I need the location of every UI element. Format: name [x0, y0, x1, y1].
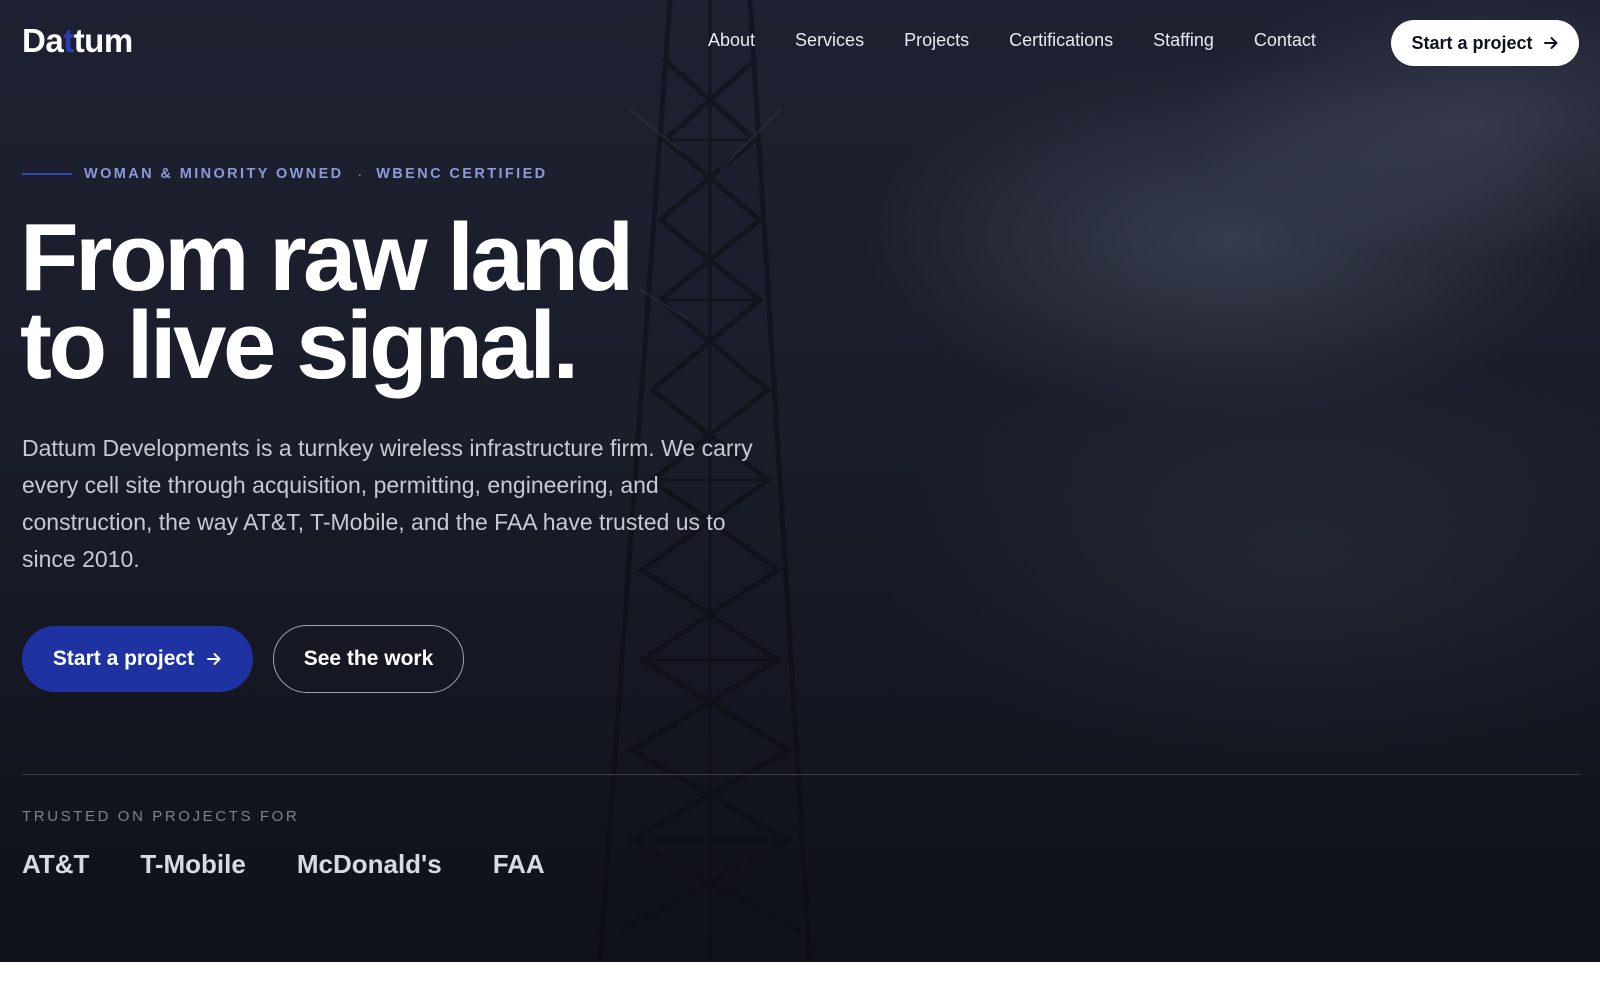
- nav-link-staffing[interactable]: Staffing: [1153, 30, 1214, 51]
- headline-line-2: to live signal.: [20, 292, 579, 399]
- headline-line-1: From raw land: [20, 204, 634, 311]
- see-the-work-label: See the work: [303, 647, 434, 670]
- nav-link-certifications[interactable]: Certifications: [1009, 30, 1113, 51]
- hero-eyebrow: WOMAN & MINORITY OWNED · WBENC CERTIFIED: [22, 166, 548, 182]
- start-project-button[interactable]: Start a project: [22, 626, 253, 692]
- see-the-work-button[interactable]: See the work: [273, 625, 464, 693]
- trusted-label: TRUSTED ON PROJECTS FOR: [22, 808, 300, 825]
- eyebrow-rule: [22, 173, 72, 175]
- eyebrow-certification: WBENC CERTIFIED: [376, 166, 548, 182]
- nav-link-about[interactable]: About: [708, 30, 755, 51]
- nav-link-services[interactable]: Services: [795, 30, 864, 51]
- client-att: AT&T: [22, 849, 90, 879]
- nav-link-projects[interactable]: Projects: [904, 30, 969, 51]
- client-faa: FAA: [492, 849, 545, 879]
- hero-headline: From raw land to live signal.: [20, 204, 634, 399]
- eyebrow-ownership: WOMAN & MINORITY OWNED: [84, 166, 344, 182]
- nav-links: About Services Projects Certifications S…: [708, 30, 1316, 51]
- client-t-mobile: T-Mobile: [140, 849, 246, 879]
- start-project-label: Start a project: [52, 647, 195, 670]
- hero-lead-paragraph: Dattum Developments is a turnkey wireles…: [22, 435, 753, 572]
- top-navigation: Dattum About Services Projects Certifica…: [0, 0, 1600, 86]
- nav-start-project-button[interactable]: Start a project: [1391, 20, 1579, 66]
- arrow-right-icon: [1543, 37, 1558, 49]
- client-mcdonalds: McDonald's: [296, 849, 442, 879]
- section-divider: [22, 774, 1580, 775]
- nav-cta-label: Start a project: [1411, 32, 1533, 53]
- nav-link-contact[interactable]: Contact: [1254, 30, 1316, 51]
- client-logos: AT&T T-Mobile McDonald's FAA: [22, 849, 545, 880]
- dattum-logo[interactable]: Dattum: [22, 22, 133, 60]
- arrow-right-icon: [207, 653, 221, 665]
- eyebrow-separator: ·: [357, 166, 363, 182]
- hero-section: Dattum About Services Projects Certifica…: [0, 0, 1600, 962]
